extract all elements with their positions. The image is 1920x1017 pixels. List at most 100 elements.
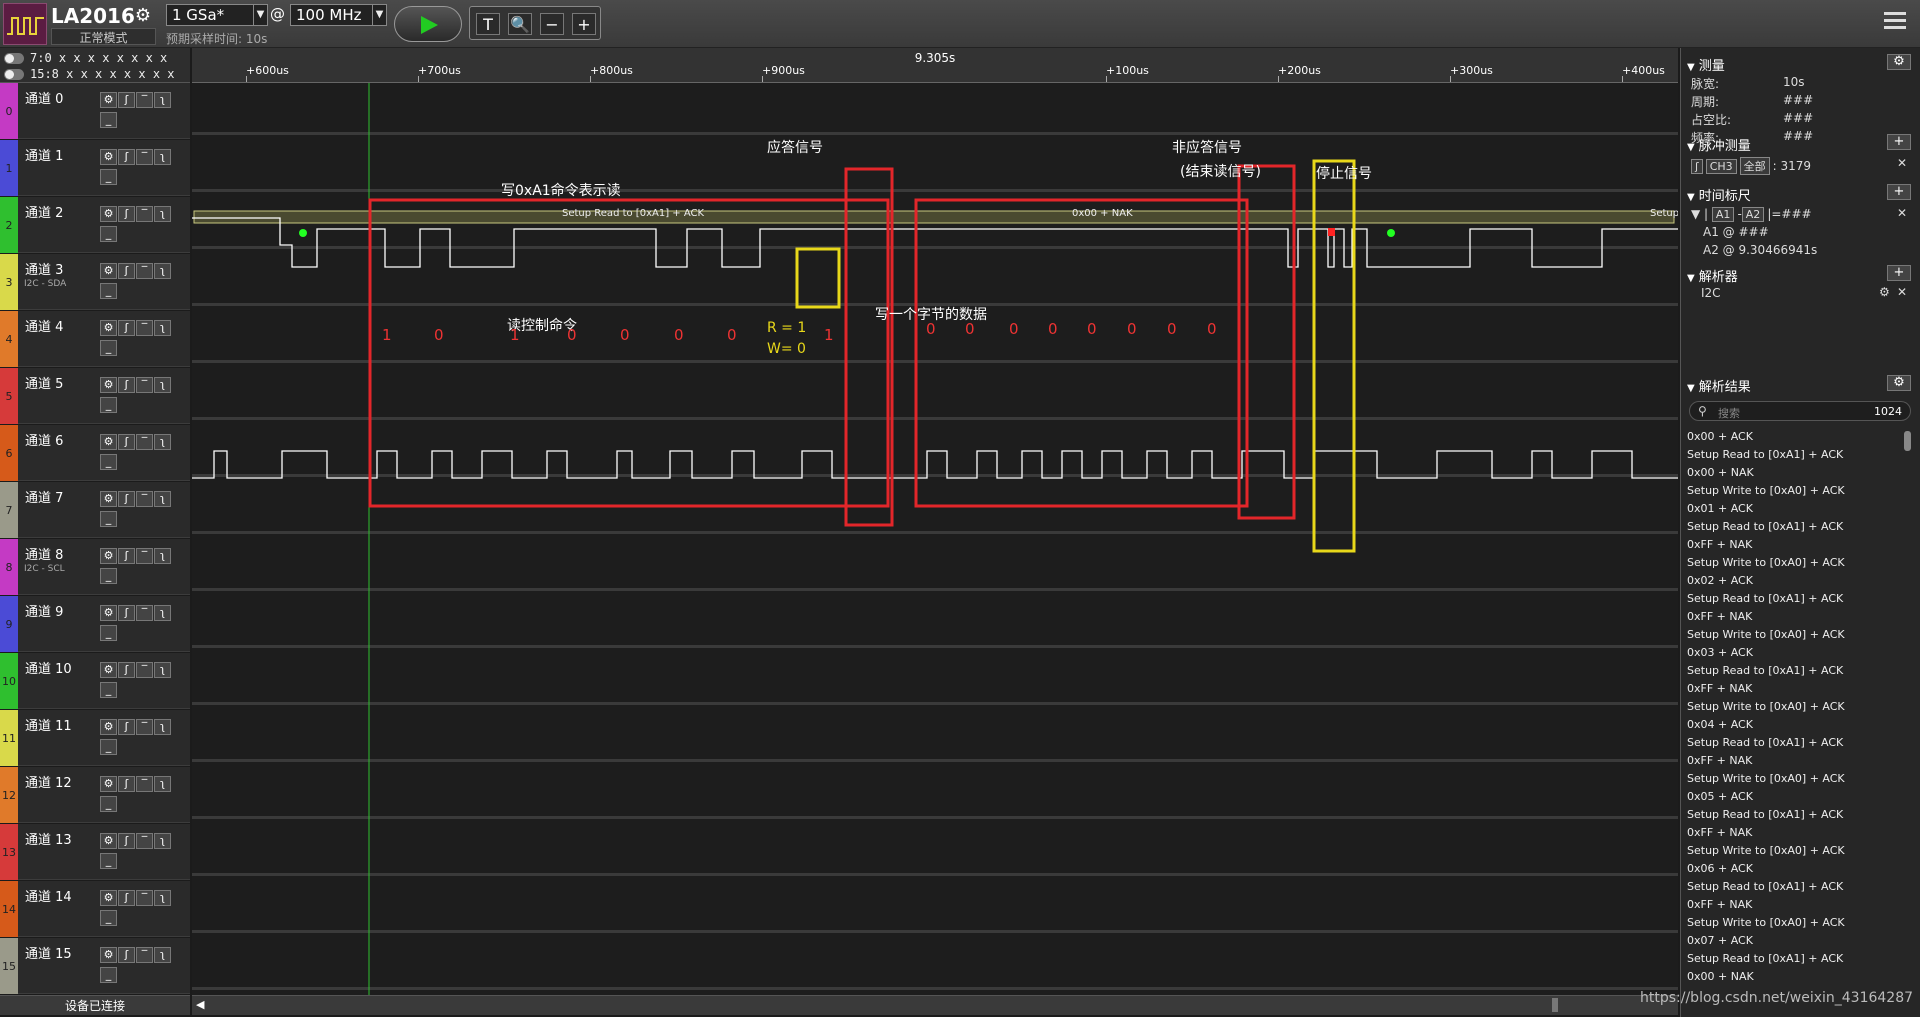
result-item[interactable]: Setup Write to [0xA0] + ACK [1687,700,1845,713]
channel-gear-icon[interactable]: ⚙ [100,320,117,336]
time-ruler[interactable]: 9.305s +600us +700us +800us +900us +100u… [192,48,1678,83]
edge-icon[interactable]: ʃ [1691,159,1703,174]
zoom-in-button[interactable]: + [572,13,596,35]
channel-gear-icon[interactable]: ⚙ [100,149,117,165]
falling-edge-icon[interactable]: ʅ [154,206,171,222]
result-item[interactable]: Setup Read to [0xA1] + ACK [1687,808,1843,821]
rising-edge-icon[interactable]: ʃ [118,662,135,678]
rising-edge-icon[interactable]: ʃ [118,149,135,165]
low-level-icon[interactable]: _ [100,169,117,185]
low-level-icon[interactable]: _ [100,340,117,356]
channel-row[interactable]: 3 通道 3 I2C - SDA ⚙ ʃ ‾ ʅ _ [0,254,190,310]
text-tool-button[interactable]: T [476,13,500,35]
close-icon[interactable]: ✕ [1897,206,1907,220]
falling-edge-icon[interactable]: ʅ [154,377,171,393]
add-parser-button[interactable]: + [1887,265,1911,281]
pulse-all[interactable]: 全部 [1739,157,1770,175]
result-item[interactable]: Setup Write to [0xA0] + ACK [1687,484,1845,497]
falling-edge-icon[interactable]: ʅ [154,491,171,507]
high-level-icon[interactable]: ‾ [136,434,153,450]
channel-row[interactable]: 6 通道 6 ⚙ ʃ ‾ ʅ _ [0,425,190,481]
low-level-icon[interactable]: _ [100,967,117,983]
result-item[interactable]: 0xFF + NAK [1687,898,1752,911]
channel-gear-icon[interactable]: ⚙ [100,206,117,222]
channel-gear-icon[interactable]: ⚙ [100,491,117,507]
run-button[interactable] [394,6,462,42]
channel-row[interactable]: 4 通道 4 ⚙ ʃ ‾ ʅ _ [0,311,190,367]
channel-row[interactable]: 7 通道 7 ⚙ ʃ ‾ ʅ _ [0,482,190,538]
channel-row[interactable]: 2 通道 2 ⚙ ʃ ‾ ʅ _ [0,197,190,253]
result-item[interactable]: 0x00 + NAK [1687,970,1754,983]
zoom-fit-button[interactable]: 🔍 [508,13,532,35]
result-item[interactable]: Setup Write to [0xA0] + ACK [1687,916,1845,929]
rising-edge-icon[interactable]: ʃ [118,890,135,906]
falling-edge-icon[interactable]: ʅ [154,719,171,735]
channel-gear-icon[interactable]: ⚙ [100,662,117,678]
falling-edge-icon[interactable]: ʅ [154,890,171,906]
scroll-left-icon[interactable]: ◀ [196,998,204,1011]
rising-edge-icon[interactable]: ʃ [118,434,135,450]
waveform-area[interactable]: Setup Read to [0xA1] + ACK 0x00 + NAK Se… [192,83,1678,995]
high-level-icon[interactable]: ‾ [136,833,153,849]
channel-gear-icon[interactable]: ⚙ [100,548,117,564]
channel-row[interactable]: 12 通道 12 ⚙ ʃ ‾ ʅ _ [0,767,190,823]
pulse-channel[interactable]: CH3 [1705,159,1737,174]
channel-gear-icon[interactable]: ⚙ [100,263,117,279]
low-level-icon[interactable]: _ [100,283,117,299]
channel-row[interactable]: 10 通道 10 ⚙ ʃ ‾ ʅ _ [0,653,190,709]
results-section[interactable]: ▼ 解析结果 [1687,376,1751,395]
low-level-icon[interactable]: _ [100,511,117,527]
channel-row[interactable]: 0 通道 0 ⚙ ʃ ‾ ʅ _ [0,83,190,139]
results-search-input[interactable]: ⚲ 搜索 1024 [1689,401,1911,421]
rising-edge-icon[interactable]: ʃ [118,320,135,336]
results-scroll-thumb[interactable] [1904,431,1911,451]
channel-gear-icon[interactable]: ⚙ [100,434,117,450]
toggle-icon[interactable] [4,53,24,64]
result-item[interactable]: Setup Write to [0xA0] + ACK [1687,844,1845,857]
low-level-icon[interactable]: _ [100,682,117,698]
high-level-icon[interactable]: ‾ [136,947,153,963]
falling-edge-icon[interactable]: ʅ [154,92,171,108]
result-item[interactable]: Setup Read to [0xA1] + ACK [1687,952,1843,965]
channel-gear-icon[interactable]: ⚙ [100,377,117,393]
result-item[interactable]: 0x01 + ACK [1687,502,1753,515]
result-item[interactable]: Setup Read to [0xA1] + ACK [1687,736,1843,749]
result-item[interactable]: 0x07 + ACK [1687,934,1753,947]
low-level-icon[interactable]: _ [100,853,117,869]
result-item[interactable]: 0xFF + NAK [1687,538,1752,551]
falling-edge-icon[interactable]: ʅ [154,434,171,450]
measure-section[interactable]: ▼ 测量 [1687,55,1725,74]
high-level-icon[interactable]: ‾ [136,377,153,393]
high-level-icon[interactable]: ‾ [136,548,153,564]
result-item[interactable]: 0xFF + NAK [1687,682,1752,695]
toggle-icon[interactable] [4,69,24,80]
result-item[interactable]: 0x00 + ACK [1687,430,1753,443]
falling-edge-icon[interactable]: ʅ [154,605,171,621]
results-gear-icon[interactable]: ⚙ [1887,375,1911,391]
cursor-pair[interactable]: ▼ | A1- A2 |=### [1691,207,1812,222]
low-level-icon[interactable]: _ [100,568,117,584]
settings-gear-icon[interactable]: ⚙ [132,5,154,27]
channel-gear-icon[interactable]: ⚙ [100,605,117,621]
rising-edge-icon[interactable]: ʃ [118,92,135,108]
high-level-icon[interactable]: ‾ [136,92,153,108]
group-row[interactable]: 15:8 x x x x x x x x [4,67,175,81]
rising-edge-icon[interactable]: ʃ [118,491,135,507]
result-item[interactable]: 0x03 + ACK [1687,646,1753,659]
cursor-section[interactable]: ▼ 时间标尺 [1687,185,1751,204]
result-item[interactable]: Setup Read to [0xA1] + ACK [1687,520,1843,533]
channel-row[interactable]: 14 通道 14 ⚙ ʃ ‾ ʅ _ [0,881,190,937]
high-level-icon[interactable]: ‾ [136,320,153,336]
channel-gear-icon[interactable]: ⚙ [100,947,117,963]
channel-row[interactable]: 1 通道 1 ⚙ ʃ ‾ ʅ _ [0,140,190,196]
result-item[interactable]: Setup Read to [0xA1] + ACK [1687,880,1843,893]
rising-edge-icon[interactable]: ʃ [118,548,135,564]
rising-edge-icon[interactable]: ʃ [118,719,135,735]
group-row[interactable]: 7:0 x x x x x x x x [4,51,167,65]
high-level-icon[interactable]: ‾ [136,776,153,792]
high-level-icon[interactable]: ‾ [136,263,153,279]
low-level-icon[interactable]: _ [100,112,117,128]
falling-edge-icon[interactable]: ʅ [154,149,171,165]
channel-row[interactable]: 11 通道 11 ⚙ ʃ ‾ ʅ _ [0,710,190,766]
result-item[interactable]: 0x06 + ACK [1687,862,1753,875]
